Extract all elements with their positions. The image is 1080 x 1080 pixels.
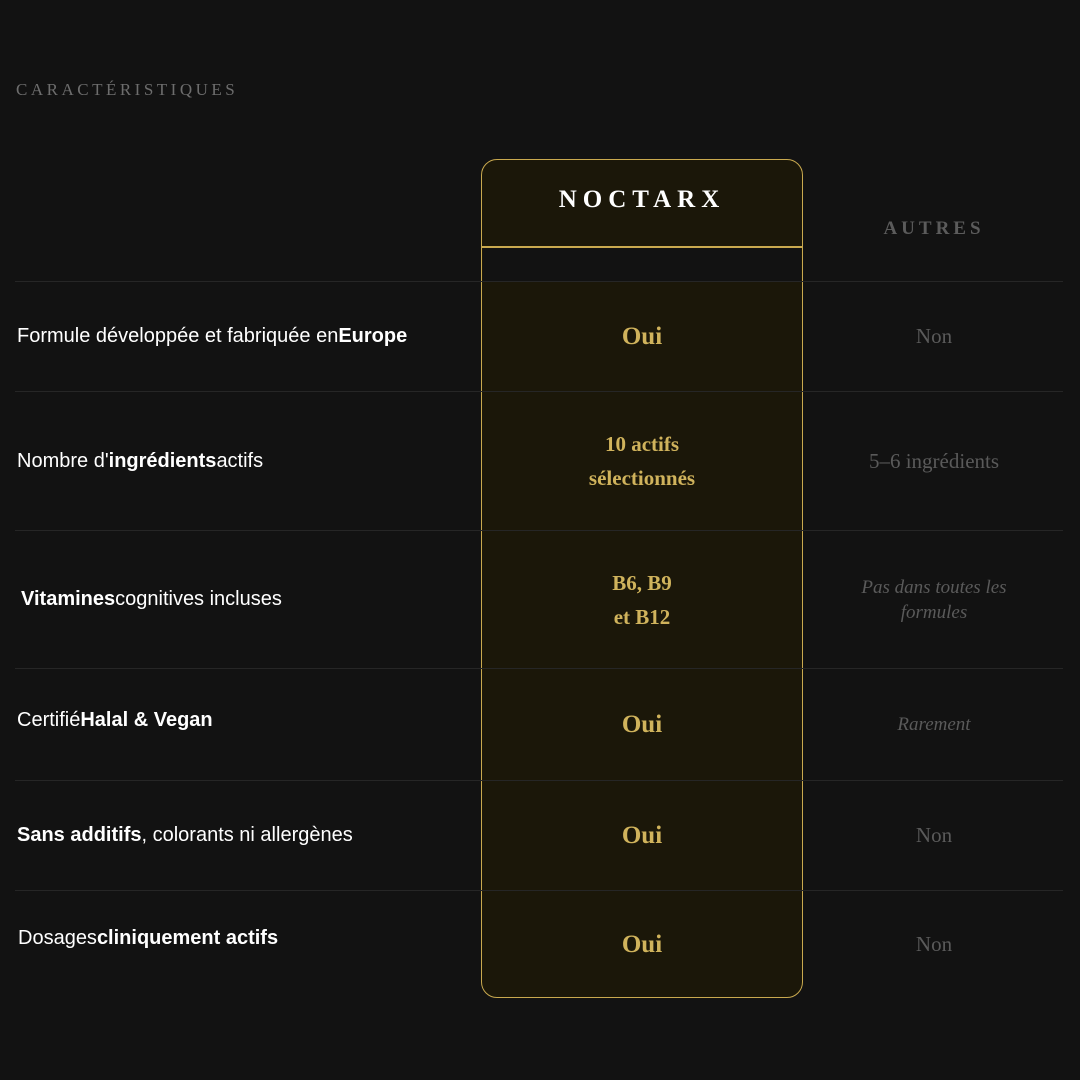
brand-value-text: Oui	[621, 322, 663, 350]
table-row: Vitamines cognitives incluses B6, B9 et …	[0, 531, 1080, 668]
table-row: Sans additifs, colorants ni allergènes O…	[0, 781, 1080, 890]
brand-value-text: Oui	[621, 930, 663, 958]
other-value: Rarement	[805, 669, 1063, 780]
section-title: CARACTÉRISTIQUES	[16, 80, 239, 99]
brand-value: Oui	[481, 669, 803, 780]
label-text: Dosages	[18, 927, 97, 949]
brand-value: 10 actifs sélectionnés	[481, 392, 803, 530]
label-text: Certifié	[17, 709, 81, 731]
brand-value-line: B6, B9	[612, 570, 672, 595]
brand-value: Oui	[481, 781, 803, 890]
label-text-bold: Vitamines	[21, 588, 116, 610]
row-label: Vitamines cognitives incluses	[21, 531, 282, 668]
table-row: Certifié Halal & Vegan Oui Rarement	[0, 669, 1080, 780]
brand-value-text: Oui	[621, 710, 663, 738]
brand-value: B6, B9 et B12	[481, 531, 803, 668]
label-text-bold: ingrédients	[108, 449, 217, 472]
other-value: Non	[805, 282, 1063, 391]
other-value-line: formules	[900, 601, 968, 623]
brand-column-header: NOCTARX	[558, 186, 726, 213]
row-label: Certifié Halal & Vegan	[17, 665, 213, 776]
brand-value-line: et B12	[613, 604, 671, 629]
row-label: Sans additifs, colorants ni allergènes	[17, 781, 353, 890]
brand-value: Oui	[481, 891, 803, 998]
others-column-header: AUTRES	[883, 218, 985, 239]
label-text-bold: Sans additifs	[17, 824, 142, 846]
table-row: Nombre d' ingrédients actifs 10 actifs sé…	[0, 392, 1080, 530]
other-value-text: 5–6 ingrédients	[868, 448, 1000, 473]
label-text-bold: cliniquement actifs	[96, 927, 279, 949]
other-value-line: Pas dans toutes les	[861, 576, 1007, 598]
label-text: , colorants ni allergènes	[141, 824, 353, 846]
label-text: cognitives incluses	[115, 588, 282, 610]
brand-value-text: Oui	[621, 821, 663, 849]
label-text: Nombre d'	[17, 449, 109, 472]
other-value: Non	[805, 891, 1063, 998]
other-value: Pas dans toutes les formules	[805, 531, 1063, 668]
other-value: 5–6 ingrédients	[805, 392, 1063, 530]
other-value-text: Non	[915, 932, 953, 956]
brand-value-line: sélectionnés	[588, 466, 696, 490]
row-label: Formule développée et fabriquée en Europ…	[17, 282, 407, 391]
label-text-bold: Europe	[338, 325, 408, 347]
brand-value: Oui	[481, 282, 803, 391]
label-text-bold: Halal & Vegan	[80, 709, 213, 731]
brand-value-line: 10 actifs	[604, 432, 680, 456]
label-text: Formule développée et fabriquée en	[17, 325, 339, 347]
row-label: Nombre d' ingrédients actifs	[17, 392, 263, 530]
table-row: Formule développée et fabriquée en Europ…	[0, 282, 1080, 391]
other-value-text: Non	[915, 823, 953, 847]
label-text: actifs	[216, 449, 264, 472]
brand-header-gap	[483, 248, 801, 282]
other-value-text: Rarement	[897, 714, 971, 735]
other-value: Non	[805, 781, 1063, 890]
table-row: Dosages cliniquement actifs Oui Non	[0, 891, 1080, 998]
other-value-text: Non	[915, 324, 953, 348]
row-label: Dosages cliniquement actifs	[18, 885, 278, 992]
